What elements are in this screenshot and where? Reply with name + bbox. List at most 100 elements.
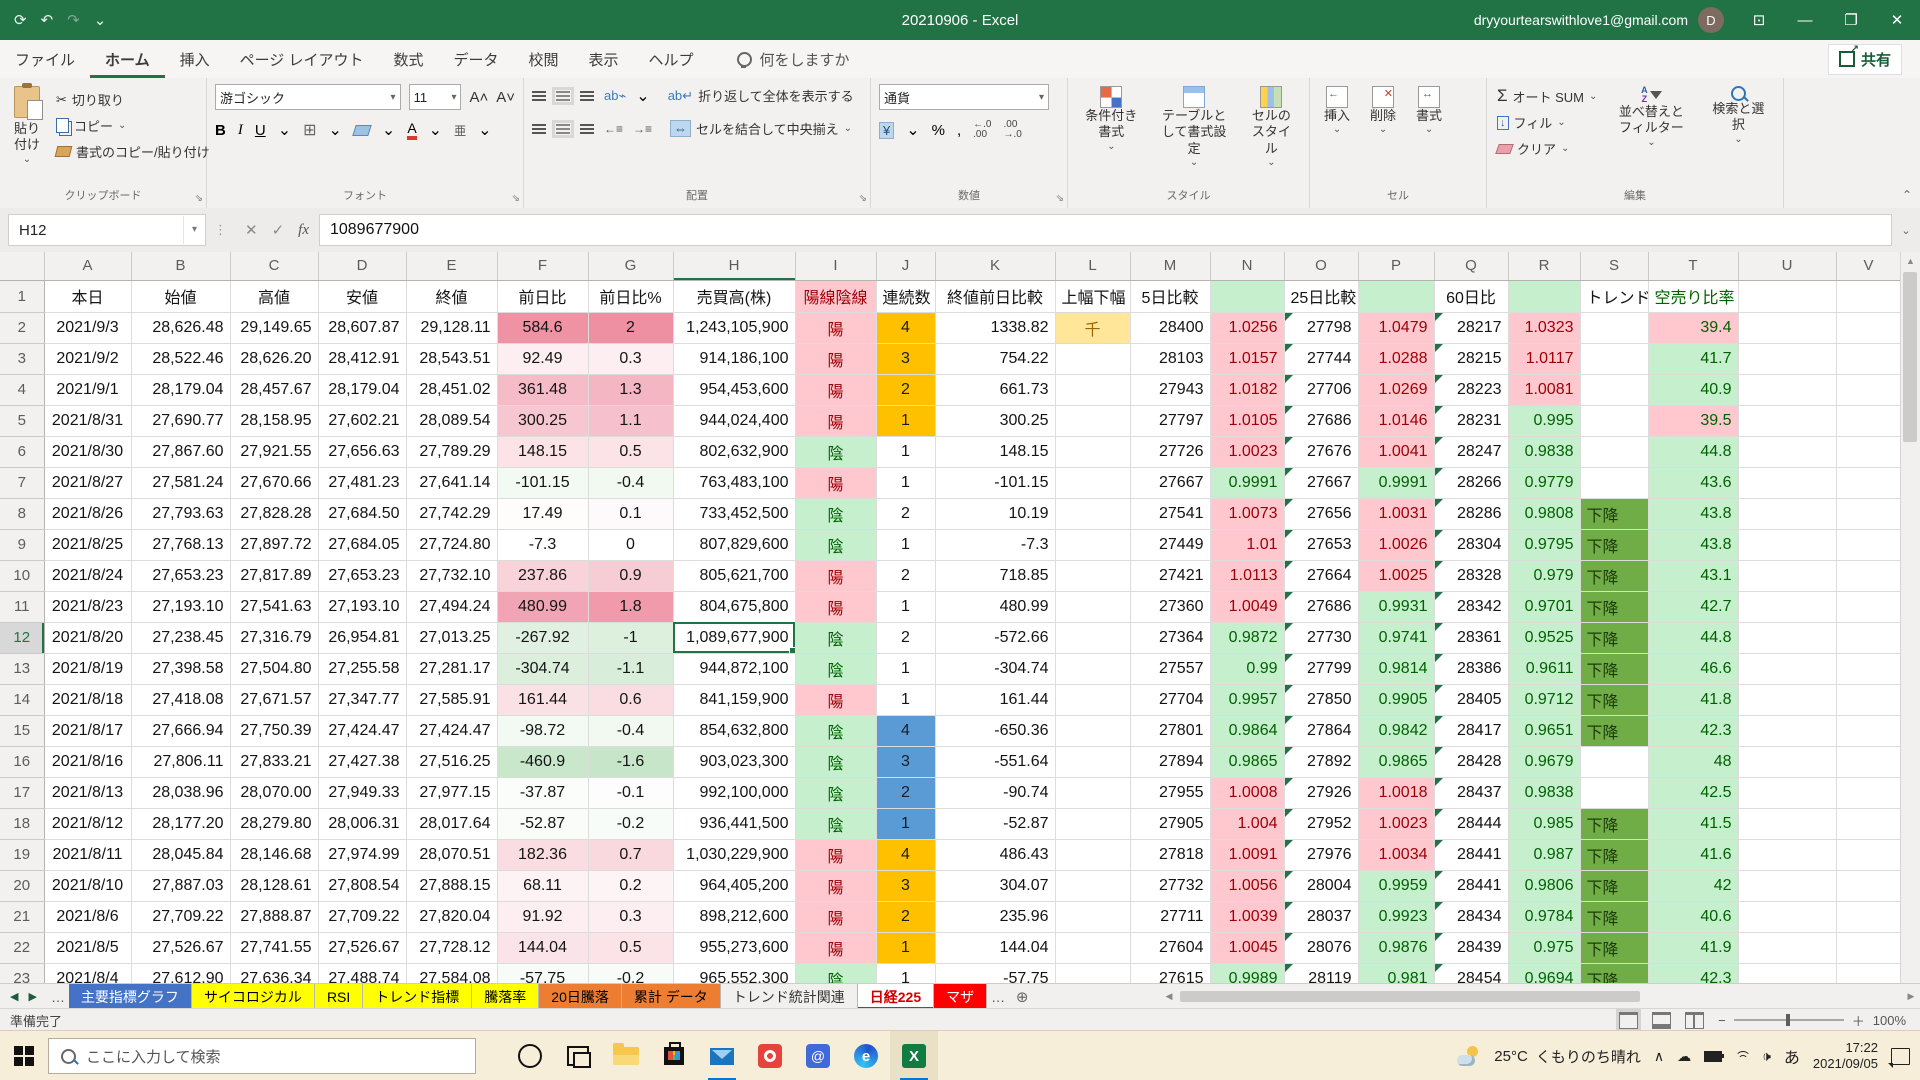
increase-indent-icon[interactable]: →≡ — [633, 122, 652, 136]
cell-K18[interactable]: -52.87 — [935, 808, 1055, 839]
start-button[interactable] — [0, 1031, 48, 1080]
cell-P14[interactable]: 0.9905 — [1358, 684, 1434, 715]
cell-O8[interactable]: 27656 — [1284, 498, 1358, 529]
sheet-tab-RSI[interactable]: RSI — [315, 984, 363, 1009]
cell-Q18[interactable]: 28444 — [1434, 808, 1508, 839]
cell-S3[interactable] — [1580, 343, 1648, 374]
cell-M4[interactable]: 27943 — [1130, 374, 1210, 405]
onedrive-cloud-icon[interactable]: ☁ — [1677, 1048, 1691, 1065]
cell-F15[interactable]: -98.72 — [497, 715, 588, 746]
cell-R20[interactable]: 0.9806 — [1508, 870, 1580, 901]
cell-R12[interactable]: 0.9525 — [1508, 622, 1580, 653]
cell-U2[interactable] — [1738, 312, 1836, 343]
col-header-K[interactable]: K — [935, 252, 1055, 280]
cell-F18[interactable]: -52.87 — [497, 808, 588, 839]
cell-S15[interactable]: 下降 — [1580, 715, 1648, 746]
cell-O15[interactable]: 27864 — [1284, 715, 1358, 746]
phonetic-guide-icon[interactable]: 亜 — [454, 122, 466, 139]
cell-K8[interactable]: 10.19 — [935, 498, 1055, 529]
cell-I20[interactable]: 陽 — [795, 870, 876, 901]
cell-V6[interactable] — [1836, 436, 1901, 467]
cell-C5[interactable]: 28,158.95 — [230, 405, 318, 436]
row-header-4[interactable]: 4 — [0, 374, 44, 405]
cell-J4[interactable]: 2 — [876, 374, 935, 405]
cell-T4[interactable]: 40.9 — [1648, 374, 1738, 405]
cell-Q19[interactable]: 28441 — [1434, 839, 1508, 870]
cell-I10[interactable]: 陽 — [795, 560, 876, 591]
cell-V11[interactable] — [1836, 591, 1901, 622]
cell-F8[interactable]: 17.49 — [497, 498, 588, 529]
cell-M13[interactable]: 27557 — [1130, 653, 1210, 684]
cell-N13[interactable]: 0.99 — [1210, 653, 1284, 684]
scroll-up-icon[interactable]: ▲ — [1901, 252, 1920, 270]
cell-B22[interactable]: 27,526.67 — [131, 932, 230, 963]
cell-I6[interactable]: 陰 — [795, 436, 876, 467]
cell-V5[interactable] — [1836, 405, 1901, 436]
cell-I19[interactable]: 陽 — [795, 839, 876, 870]
cell-H17[interactable]: 992,100,000 — [673, 777, 795, 808]
col-header-Q[interactable]: Q — [1434, 252, 1508, 280]
cell-E13[interactable]: 27,281.17 — [406, 653, 497, 684]
cell-G5[interactable]: 1.1 — [588, 405, 673, 436]
cell-O6[interactable]: 27676 — [1284, 436, 1358, 467]
cell-P10[interactable]: 1.0025 — [1358, 560, 1434, 591]
cell-F21[interactable]: 91.92 — [497, 901, 588, 932]
cell-B9[interactable]: 27,768.13 — [131, 529, 230, 560]
cell-O3[interactable]: 27744 — [1284, 343, 1358, 374]
sheet-nav-right-icon[interactable]: ▶ — [28, 990, 36, 1003]
cell-J12[interactable]: 2 — [876, 622, 935, 653]
zoom-slider[interactable] — [1734, 1019, 1844, 1021]
cell-N4[interactable]: 1.0182 — [1210, 374, 1284, 405]
grow-font-icon[interactable]: A˄ — [469, 89, 488, 106]
cell-C23[interactable]: 27,636.34 — [230, 963, 318, 983]
cell-I21[interactable]: 陽 — [795, 901, 876, 932]
cell-Q12[interactable]: 28361 — [1434, 622, 1508, 653]
cell-O1[interactable]: 25日比較 — [1284, 280, 1358, 312]
cell-F3[interactable]: 92.49 — [497, 343, 588, 374]
accounting-format-icon[interactable]: ¥ — [879, 122, 894, 139]
cell-G20[interactable]: 0.2 — [588, 870, 673, 901]
cell-U6[interactable] — [1738, 436, 1836, 467]
cell-H16[interactable]: 903,023,300 — [673, 746, 795, 777]
cell-G15[interactable]: -0.4 — [588, 715, 673, 746]
ribbon-tab-ファイル[interactable]: ファイル — [0, 40, 90, 78]
ribbon-tab-数式[interactable]: 数式 — [378, 40, 438, 78]
cell-T17[interactable]: 42.5 — [1648, 777, 1738, 808]
cell-P7[interactable]: 0.9991 — [1358, 467, 1434, 498]
cell-H3[interactable]: 914,186,100 — [673, 343, 795, 374]
cell-T10[interactable]: 43.1 — [1648, 560, 1738, 591]
cell-F5[interactable]: 300.25 — [497, 405, 588, 436]
cell-B4[interactable]: 28,179.04 — [131, 374, 230, 405]
cell-E12[interactable]: 27,013.25 — [406, 622, 497, 653]
cell-J15[interactable]: 4 — [876, 715, 935, 746]
cell-Q15[interactable]: 28417 — [1434, 715, 1508, 746]
cell-L2[interactable]: 千 — [1055, 312, 1130, 343]
cell-F17[interactable]: -37.87 — [497, 777, 588, 808]
cell-K16[interactable]: -551.64 — [935, 746, 1055, 777]
cell-D16[interactable]: 27,427.38 — [318, 746, 406, 777]
insert-function-icon[interactable]: fx — [298, 222, 309, 239]
cell-O11[interactable]: 27686 — [1284, 591, 1358, 622]
cell-P15[interactable]: 0.9842 — [1358, 715, 1434, 746]
cell-B8[interactable]: 27,793.63 — [131, 498, 230, 529]
row-header-10[interactable]: 10 — [0, 560, 44, 591]
cell-E18[interactable]: 28,017.64 — [406, 808, 497, 839]
cell-E7[interactable]: 27,641.14 — [406, 467, 497, 498]
cell-C10[interactable]: 27,817.89 — [230, 560, 318, 591]
row-header-2[interactable]: 2 — [0, 312, 44, 343]
col-header-P[interactable]: P — [1358, 252, 1434, 280]
cell-E19[interactable]: 28,070.51 — [406, 839, 497, 870]
cell-V13[interactable] — [1836, 653, 1901, 684]
sheet-nav-left-icon[interactable]: ◀ — [10, 990, 18, 1003]
number-format-combo[interactable]: 通貨▾ — [879, 84, 1049, 110]
confirm-entry-icon[interactable]: ✓ — [272, 221, 285, 239]
cell-U3[interactable] — [1738, 343, 1836, 374]
cell-E21[interactable]: 27,820.04 — [406, 901, 497, 932]
cell-T16[interactable]: 48 — [1648, 746, 1738, 777]
share-button[interactable]: 共有 — [1828, 44, 1902, 75]
cell-P4[interactable]: 1.0269 — [1358, 374, 1434, 405]
cell-B2[interactable]: 28,626.48 — [131, 312, 230, 343]
format-cells-button[interactable]: 書式⌄ — [1410, 84, 1448, 139]
cell-K17[interactable]: -90.74 — [935, 777, 1055, 808]
cell-P16[interactable]: 0.9865 — [1358, 746, 1434, 777]
